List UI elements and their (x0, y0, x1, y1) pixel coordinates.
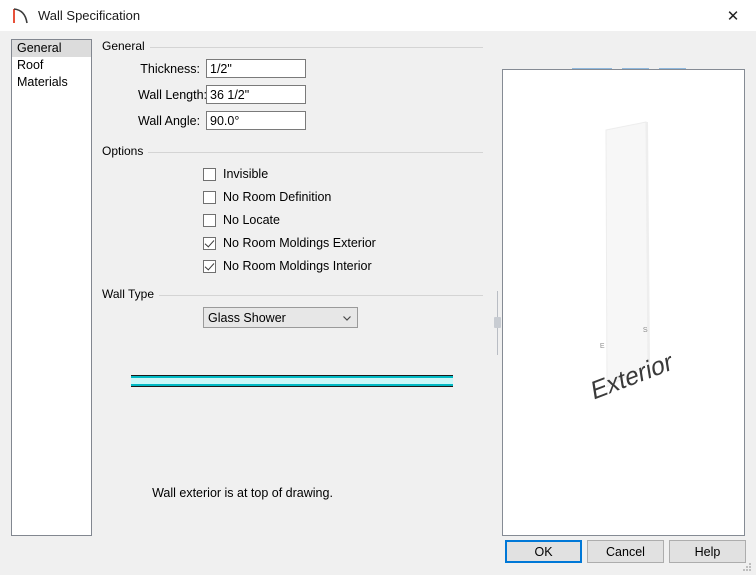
ok-button[interactable]: OK (505, 540, 582, 563)
wall-panel-face (605, 121, 649, 388)
category-list[interactable]: General Roof Materials (11, 39, 92, 536)
wall-curve-icon (8, 5, 36, 27)
wall-type-group: Wall Type (102, 287, 483, 303)
chevron-down-icon[interactable] (341, 312, 353, 324)
wall-edge-exterior (131, 376, 453, 378)
general-group-divider (147, 47, 483, 48)
checkbox-no-room-moldings-exterior[interactable]: No Room Moldings Exterior (203, 235, 376, 251)
wall-type-group-divider (155, 295, 483, 296)
checkbox-invisible-box[interactable] (203, 167, 216, 181)
checkbox-no-locate[interactable]: No Locate (203, 212, 280, 228)
wall-type-selected-value: Glass Shower (208, 310, 286, 325)
wall-length-label: Wall Length: (138, 87, 208, 102)
window-title: Wall Specification (38, 8, 141, 23)
wall-angle-row: Wall Angle: (138, 111, 306, 130)
panel-splitter[interactable] (494, 39, 502, 536)
resize-grip[interactable] (741, 560, 753, 572)
sidebar-item-materials[interactable]: Materials (12, 74, 91, 91)
sidebar-item-general[interactable]: General (12, 40, 91, 57)
title-bar: Wall Specification ✕ (0, 0, 756, 32)
wall-orientation-hint: Wall exterior is at top of drawing. (152, 486, 333, 500)
preview-far-label-e: E (600, 343, 605, 350)
checkbox-no-room-moldings-interior-label: No Room Moldings Interior (223, 259, 372, 273)
general-group-title: General (102, 39, 150, 53)
splitter-grip[interactable] (494, 317, 501, 328)
wall-length-row: Wall Length: (138, 85, 306, 104)
preview-far-label-s: S (643, 327, 648, 334)
wall-length-input[interactable] (206, 85, 306, 104)
checkbox-no-room-moldings-interior[interactable]: No Room Moldings Interior (203, 258, 372, 274)
wall-angle-input[interactable] (206, 111, 306, 130)
checkbox-no-room-moldings-exterior-box[interactable] (203, 236, 216, 250)
dialog-body: General Roof Materials General Thickness… (0, 31, 756, 574)
wall-3d-scene: E S Exterior (590, 121, 674, 406)
checkbox-no-room-moldings-interior-box[interactable] (203, 259, 216, 273)
wall-type-group-title: Wall Type (102, 287, 160, 301)
options-group: Options (102, 144, 483, 160)
sidebar-item-roof[interactable]: Roof (12, 57, 91, 74)
wall-angle-label: Wall Angle: (138, 113, 201, 128)
checkbox-no-locate-box[interactable] (203, 213, 216, 227)
close-icon[interactable]: ✕ (710, 0, 756, 31)
checkbox-no-room-moldings-exterior-label: No Room Moldings Exterior (223, 236, 376, 250)
cancel-button[interactable]: Cancel (587, 540, 664, 563)
checkbox-no-locate-label: No Locate (223, 213, 280, 227)
options-group-title: Options (102, 144, 149, 158)
thickness-label: Thickness: (140, 61, 200, 76)
general-group: General (102, 39, 483, 55)
checkbox-invisible-label: Invisible (223, 167, 269, 181)
options-group-divider (146, 152, 483, 153)
checkbox-no-room-definition-label: No Room Definition (223, 190, 332, 204)
checkbox-no-room-definition-box[interactable] (203, 190, 216, 204)
checkbox-no-room-definition[interactable]: No Room Definition (203, 189, 331, 205)
wall-type-select[interactable]: Glass Shower (203, 307, 358, 328)
wall-cross-section-preview (131, 375, 453, 387)
help-button[interactable]: Help (669, 540, 746, 563)
wall-3d-preview[interactable]: E S Exterior (502, 69, 745, 536)
wall-outline-bottom (131, 386, 453, 387)
checkbox-invisible[interactable]: Invisible (203, 166, 268, 182)
thickness-input[interactable] (206, 59, 306, 78)
thickness-row: Thickness: (138, 59, 306, 78)
